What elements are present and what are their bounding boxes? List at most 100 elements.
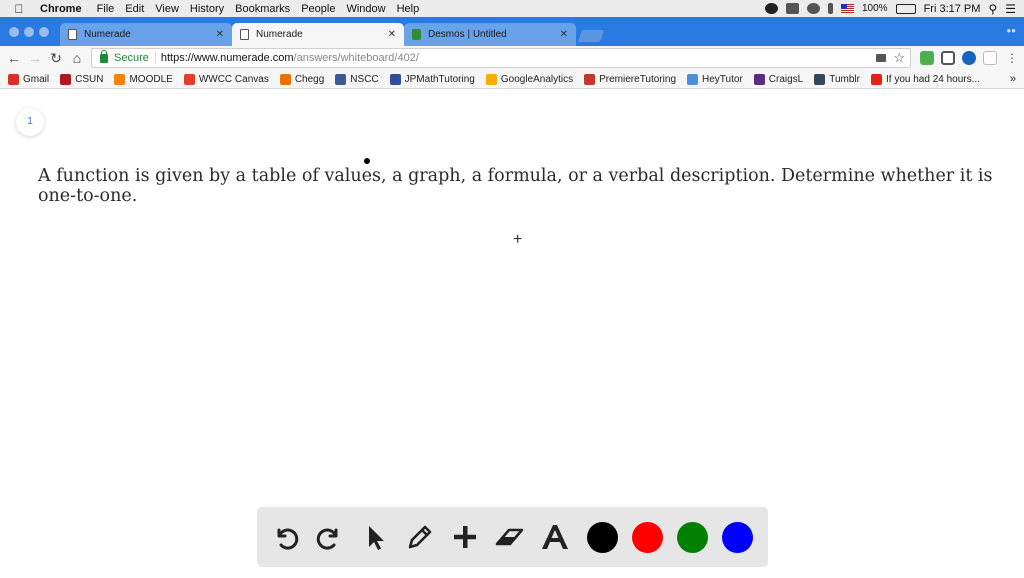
bookmark-item[interactable]: CSUN	[60, 73, 104, 85]
forward-arrow-icon[interactable]: →	[26, 49, 44, 67]
bookmark-label: Gmail	[23, 73, 50, 85]
tab-numerade-1[interactable]: Numerade ✕	[60, 23, 232, 46]
peace-icon	[753, 73, 765, 85]
tab-title: Numerade	[84, 29, 131, 40]
desmos-icon	[412, 29, 421, 40]
bookmark-item[interactable]: Chegg	[279, 73, 325, 85]
cast-icon[interactable]	[941, 51, 955, 65]
bookmark-item[interactable]: PremiereTutoring	[584, 73, 677, 85]
bluetooth-icon[interactable]	[828, 3, 833, 14]
bookmark-item[interactable]: CraigsL	[753, 73, 804, 85]
bookmark-label: WWCC Canvas	[198, 73, 269, 85]
notification-center-icon[interactable]: ☰	[1005, 2, 1016, 16]
bookmark-label: HeyTutor	[702, 73, 743, 85]
bookmark-item[interactable]: If you had 24 hours...	[871, 73, 980, 85]
wifi-icon[interactable]	[807, 3, 820, 14]
canvas-icon	[183, 73, 195, 85]
jpmath-icon	[389, 73, 401, 85]
bookmark-item[interactable]: GoogleAnalytics	[485, 73, 573, 85]
add-icon[interactable]	[447, 519, 483, 555]
secure-label[interactable]: Secure	[114, 52, 156, 64]
tab-title: Desmos | Untitled	[428, 29, 507, 40]
premiere-icon	[584, 73, 596, 85]
profile-button[interactable]: ●●	[1006, 26, 1016, 35]
bookmark-label: PremiereTutoring	[599, 73, 677, 85]
status-area: 100% Fri 3:17 PM ⚲ ☰	[765, 0, 1016, 17]
redo-icon[interactable]	[312, 519, 348, 555]
color-swatch-red[interactable]	[632, 522, 663, 553]
bookmark-item[interactable]: Tumblr	[814, 73, 860, 85]
tumblr-icon	[814, 73, 826, 85]
moodle-icon	[114, 73, 126, 85]
clock[interactable]: Fri 3:17 PM	[924, 3, 981, 15]
undo-icon[interactable]	[267, 519, 303, 555]
text-tool-icon[interactable]	[537, 519, 573, 555]
bookmark-label: JPMathTutoring	[404, 73, 475, 85]
address-bar[interactable]: Secure https://www.numerade.com /answers…	[91, 48, 911, 68]
tab-close-icon[interactable]: ✕	[216, 29, 224, 40]
reload-icon[interactable]: ↻	[47, 49, 65, 67]
chrome-menu-icon[interactable]: ⋮	[1003, 49, 1021, 67]
lock-icon[interactable]	[100, 49, 108, 63]
tab-close-icon[interactable]: ✕	[560, 29, 568, 40]
analytics-icon	[485, 73, 497, 85]
bookmark-item[interactable]: JPMathTutoring	[389, 73, 475, 85]
whiteboard-toolbar	[257, 507, 768, 567]
bookmark-item[interactable]: Gmail	[8, 73, 50, 85]
eraser-icon[interactable]	[492, 519, 528, 555]
back-arrow-icon[interactable]: ←	[5, 49, 23, 67]
color-swatch-green[interactable]	[677, 522, 708, 553]
crosshair-cursor-icon: +	[513, 231, 523, 248]
apple-icon[interactable]: 	[0, 2, 38, 16]
battery-icon[interactable]	[895, 3, 916, 14]
menu-help[interactable]: Help	[395, 3, 429, 15]
bookmark-label: If you had 24 hours...	[886, 73, 980, 85]
menu-file[interactable]: File	[95, 3, 124, 15]
airplay-icon[interactable]	[786, 3, 799, 14]
menu-people[interactable]: People	[299, 3, 344, 15]
bookmark-item[interactable]: NSCC	[335, 73, 379, 85]
extension-icon[interactable]	[920, 51, 934, 65]
menu-bookmarks[interactable]: Bookmarks	[233, 3, 299, 15]
tab-desmos[interactable]: Desmos | Untitled ✕	[404, 23, 576, 46]
bookmark-star-icon[interactable]: ☆	[893, 50, 905, 66]
menu-history[interactable]: History	[188, 3, 233, 15]
us-flag-icon[interactable]	[841, 4, 854, 13]
color-swatch-blue[interactable]	[722, 522, 753, 553]
question-text: A function is given by a table of values…	[38, 166, 993, 206]
pencil-icon[interactable]	[402, 519, 438, 555]
window-minimize-button[interactable]	[24, 27, 34, 37]
app-status-icon[interactable]	[765, 3, 778, 14]
menu-app-name[interactable]: Chrome	[38, 3, 95, 15]
extension-icon[interactable]	[962, 51, 976, 65]
bookmark-label: Tumblr	[829, 73, 860, 85]
tab-strip: Numerade ✕ Numerade ✕ Desmos | Untitled …	[0, 17, 1024, 46]
window-close-button[interactable]	[9, 27, 19, 37]
new-tab-button[interactable]	[577, 30, 605, 42]
page-icon	[240, 29, 249, 40]
whiteboard-page[interactable]: 1 A function is given by a table of valu…	[0, 90, 1024, 578]
menu-edit[interactable]: Edit	[123, 3, 153, 15]
page-icon	[68, 29, 77, 40]
bookmark-item[interactable]: WWCC Canvas	[183, 73, 269, 85]
select-cursor-icon[interactable]	[357, 519, 393, 555]
page-number-badge[interactable]: 1	[16, 108, 44, 136]
more-bookmarks-icon[interactable]: »	[1010, 73, 1016, 85]
pen-dot	[364, 158, 370, 164]
extension-icon[interactable]	[983, 51, 997, 65]
tab-close-icon[interactable]: ✕	[388, 29, 396, 40]
color-swatch-black[interactable]	[587, 522, 618, 553]
menu-view[interactable]: View	[153, 3, 188, 15]
bookmark-label: Chegg	[294, 73, 325, 85]
bookmark-item[interactable]: MOODLE	[114, 73, 173, 85]
tab-numerade-2[interactable]: Numerade ✕	[232, 23, 404, 46]
home-icon[interactable]: ⌂	[68, 49, 86, 67]
spotlight-search-icon[interactable]: ⚲	[988, 2, 997, 16]
window-zoom-button[interactable]	[39, 27, 49, 37]
bookmark-label: CSUN	[75, 73, 104, 85]
url-path: /answers/whiteboard/402/	[293, 52, 419, 64]
bookmark-label: CraigsL	[768, 73, 804, 85]
menu-window[interactable]: Window	[344, 3, 394, 15]
bookmark-item[interactable]: HeyTutor	[687, 73, 743, 85]
camera-icon[interactable]	[876, 54, 886, 62]
